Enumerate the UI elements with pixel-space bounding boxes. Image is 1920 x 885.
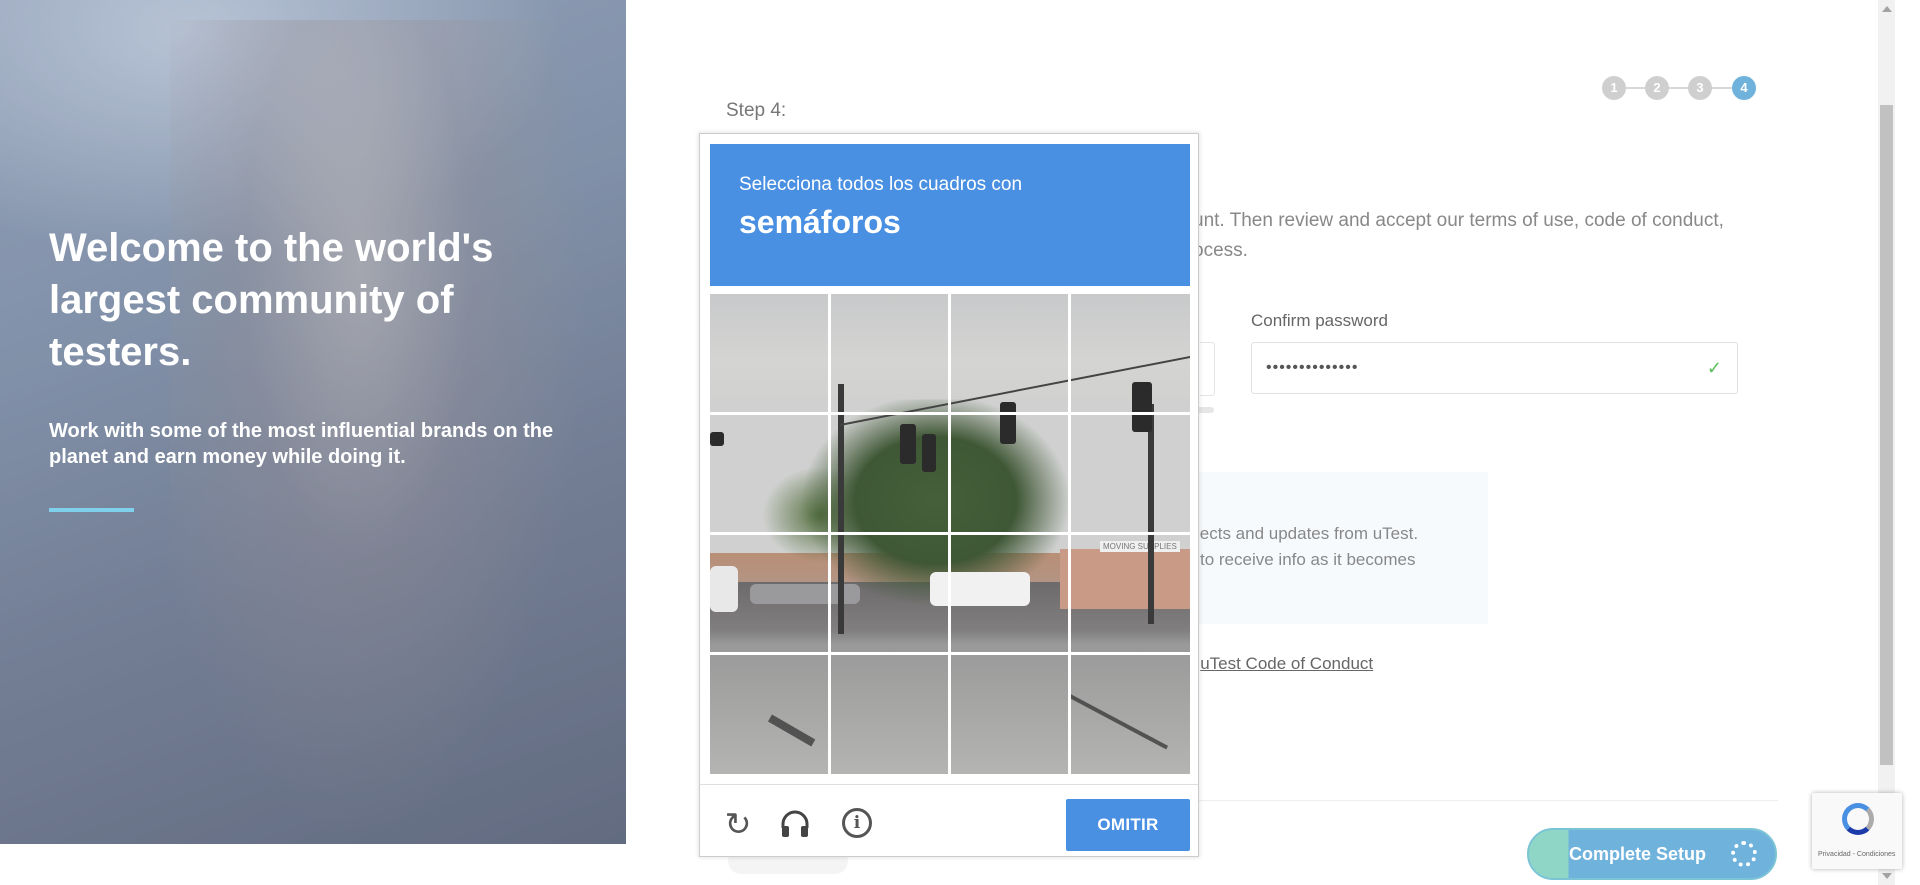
captcha-tile[interactable] <box>710 534 830 654</box>
captcha-tile[interactable] <box>830 534 950 654</box>
signup-stepper: 1 2 3 4 <box>1602 74 1762 102</box>
newsletter-info-box: jects and updates from uTest. to receive… <box>1150 472 1488 624</box>
info-text: to receive info as it becomes <box>1200 550 1416 569</box>
captcha-tile[interactable] <box>1070 654 1190 774</box>
confirm-password-field[interactable]: •••••••••••••• ✓ <box>1251 342 1738 394</box>
hero-subtitle: Work with some of the most influential b… <box>49 420 554 468</box>
captcha-tile[interactable] <box>710 414 830 534</box>
captcha-footer-divider <box>700 784 1198 785</box>
step-1: 1 <box>1602 76 1626 100</box>
headphones-icon[interactable] <box>779 808 811 840</box>
step-2: 2 <box>1645 76 1669 100</box>
confirm-password-label: Confirm password <box>1251 311 1388 330</box>
captcha-tile[interactable] <box>950 414 1070 534</box>
captcha-tile[interactable] <box>1070 534 1190 654</box>
captcha-tile[interactable] <box>950 534 1070 654</box>
step-intro-line: ocess. <box>1193 240 1248 261</box>
captcha-tile[interactable] <box>830 294 950 414</box>
captcha-challenge-dialog: Selecciona todos los cuadros con semáfor… <box>699 133 1199 857</box>
complete-setup-label: Complete Setup <box>1569 843 1707 864</box>
code-of-conduct-link[interactable]: uTest Code of Conduct <box>1200 654 1373 673</box>
captcha-tile[interactable] <box>1070 294 1190 414</box>
scrollbar-thumb[interactable] <box>1880 105 1893 765</box>
captcha-tile[interactable] <box>950 654 1070 774</box>
page-scrollbar[interactable] <box>1878 0 1895 885</box>
step-3: 3 <box>1688 76 1712 100</box>
captcha-tile[interactable] <box>950 294 1070 414</box>
captcha-tile[interactable] <box>710 654 830 774</box>
complete-setup-button[interactable]: Complete Setup <box>1527 828 1777 880</box>
captcha-instruction: Selecciona todos los cuadros con <box>739 174 1023 195</box>
info-icon[interactable]: i <box>842 808 872 838</box>
recaptcha-badge[interactable]: Privacidad - Condiciones <box>1812 793 1902 869</box>
password-field[interactable] <box>1200 342 1215 396</box>
recaptcha-logo-icon <box>1842 803 1874 835</box>
info-text: jects and updates from uTest. <box>1196 524 1419 543</box>
step-label: Step 4: <box>726 100 787 121</box>
code-of-conduct-row: e uTest Code of Conduct <box>1186 654 1373 674</box>
captcha-tile[interactable] <box>1070 414 1190 534</box>
check-icon: ✓ <box>1706 357 1723 378</box>
confirm-password-value: •••••••••••••• <box>1266 359 1359 376</box>
scroll-down-arrow-icon[interactable] <box>1882 873 1892 879</box>
step-intro: unt. Then review and accept our terms of… <box>1193 206 1724 266</box>
stepper-line <box>1616 87 1746 89</box>
scroll-up-arrow-icon[interactable] <box>1882 6 1892 12</box>
captcha-tile[interactable] <box>830 414 950 534</box>
hero-title: Welcome to the world's largest community… <box>49 226 494 374</box>
reload-icon[interactable]: ↻ <box>722 806 754 842</box>
loading-spinner-icon <box>1731 841 1757 867</box>
step-intro-line: unt. Then review and accept our terms of… <box>1193 210 1724 231</box>
captcha-tile[interactable] <box>710 294 830 414</box>
captcha-tile[interactable] <box>830 654 950 774</box>
hero-panel: Welcome to the world's largest community… <box>0 0 626 844</box>
skip-button[interactable]: OMITIR <box>1066 799 1190 851</box>
captcha-image-grid: MOVING SUPPLIES <box>710 294 1190 774</box>
recaptcha-badge-text: Privacidad - Condiciones <box>1818 851 1896 858</box>
form-divider <box>1150 800 1778 801</box>
captcha-target-object: semáforos <box>739 204 901 240</box>
hero-accent-rule <box>49 508 134 512</box>
step-4: 4 <box>1732 76 1756 100</box>
captcha-header: Selecciona todos los cuadros con semáfor… <box>710 144 1190 286</box>
